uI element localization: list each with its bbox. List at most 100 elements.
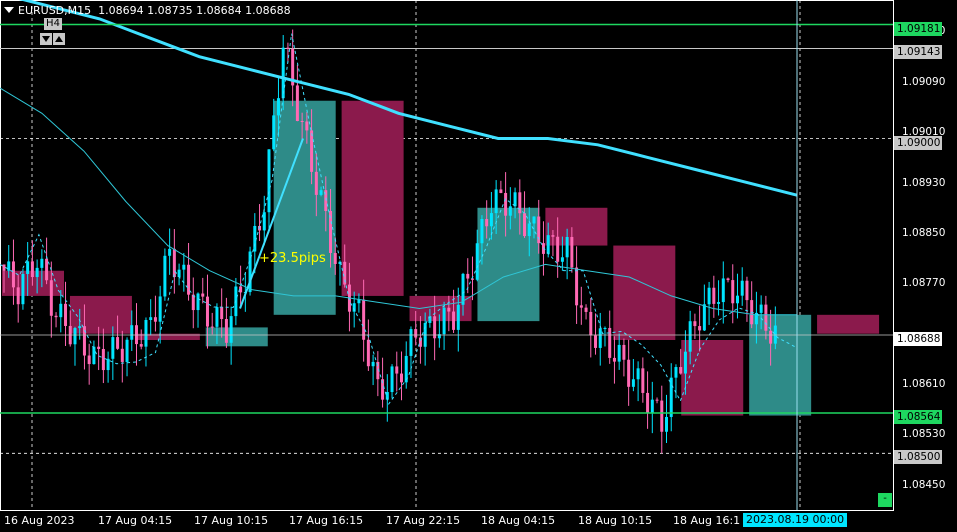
candle-body — [489, 213, 493, 227]
candle-body — [769, 330, 773, 344]
candle-body — [717, 302, 721, 304]
candle-body — [414, 329, 418, 338]
candle-body — [442, 307, 446, 335]
time-axis-tick: 18 Aug 04:15 — [481, 514, 556, 527]
ohlc-values: 1.08694 1.08735 1.08684 1.08688 — [98, 4, 291, 17]
candle-body — [669, 377, 673, 417]
candle-body — [683, 351, 687, 374]
candle-body — [641, 368, 645, 393]
time-axis-tick: 17 Aug 22:15 — [386, 514, 461, 527]
candle-body — [144, 320, 148, 347]
candle-body — [125, 339, 129, 362]
candle-body — [16, 287, 20, 305]
time-axis-tick: 17 Aug 16:15 — [289, 514, 364, 527]
candle-body — [116, 337, 120, 349]
time-axis-tick: 18 Aug 10:15 — [578, 514, 653, 527]
candle-body — [466, 273, 470, 279]
time-axis-tick: 18 Aug 16:1 — [673, 514, 741, 527]
menu-triangle-icon[interactable] — [4, 7, 14, 13]
chart-window[interactable]: { "header": { "symbol_tf": "EURUSD,M15",… — [0, 0, 957, 532]
candle-body — [73, 328, 77, 345]
chart-header: EURUSD,M15 1.08694 1.08735 1.08684 1.086… — [4, 4, 291, 17]
candle-body — [362, 299, 366, 340]
candle-body — [366, 339, 370, 367]
candle-body — [565, 236, 569, 258]
candle-body — [295, 85, 299, 122]
candle-body — [546, 235, 550, 254]
time-axis-tick: 16 Aug 2023 — [4, 514, 75, 527]
candle-body — [617, 344, 621, 362]
candle-body — [688, 321, 692, 352]
minimize-button[interactable]: - — [878, 493, 892, 507]
candle-body — [2, 264, 6, 271]
price-label-current: 1.08688 — [894, 332, 942, 346]
candle-body — [314, 171, 318, 195]
candle-body — [319, 190, 323, 195]
candle-body — [702, 304, 706, 331]
candle-body — [475, 243, 479, 280]
candle-body — [172, 248, 176, 278]
candle-body — [78, 326, 82, 329]
candle-body — [54, 315, 58, 318]
candle-body — [508, 206, 512, 216]
candle-body — [627, 359, 631, 387]
candle-body — [400, 373, 403, 383]
candle-body — [560, 257, 564, 262]
candle-body — [603, 327, 607, 329]
candle-body — [494, 189, 498, 214]
candle-body — [674, 367, 678, 378]
candle-body — [300, 121, 304, 123]
candle-body — [759, 304, 763, 313]
candle-body — [201, 293, 205, 297]
candle-body — [631, 379, 635, 387]
candle-body — [281, 47, 285, 99]
candle-body — [21, 273, 25, 305]
candle-body — [87, 355, 91, 365]
candle-body — [224, 319, 228, 343]
crosshair-time-label: 2023.08.19 00:00 — [743, 513, 848, 527]
candle-body — [229, 316, 233, 343]
candle-body — [504, 192, 508, 216]
candle-body — [470, 278, 474, 280]
price-label-top-line: 1.09181 — [894, 22, 942, 36]
candle-body — [262, 212, 266, 231]
candle-body — [584, 307, 588, 312]
candle-body — [518, 192, 522, 214]
candle-body — [650, 399, 654, 414]
candle-body — [139, 344, 143, 347]
candle-body — [196, 293, 200, 311]
candle-body — [480, 219, 484, 244]
candle-body — [45, 258, 49, 281]
candle-body — [612, 357, 616, 362]
candle-body — [310, 130, 314, 172]
candle-body — [527, 223, 531, 237]
tf-down-arrow-icon[interactable] — [40, 33, 52, 45]
candle-body — [92, 346, 96, 365]
candle-body — [390, 366, 394, 393]
candle-body — [665, 416, 668, 432]
candle-body — [120, 348, 124, 362]
candle-body — [357, 299, 361, 304]
candle-body — [30, 261, 34, 278]
candle-body — [35, 267, 39, 278]
price-label-level-c: 1.08500 — [894, 450, 942, 464]
candle-body — [764, 304, 768, 331]
candle-body — [589, 311, 593, 336]
higher-tf-label: H4 — [44, 18, 62, 30]
price-label-level-a: 1.09143 — [894, 45, 942, 59]
candle-body — [168, 248, 172, 256]
candle-body — [745, 280, 749, 301]
price-axis-tick: 1.08450 — [902, 478, 946, 491]
candle-body — [556, 236, 560, 262]
candle-body — [215, 307, 219, 327]
price-label-bottom-line: 1.08564 — [894, 410, 942, 424]
candle-body — [513, 192, 517, 207]
candle-body — [220, 307, 224, 320]
candle-body — [622, 344, 626, 360]
candle-body — [646, 392, 650, 414]
candle-body — [447, 307, 451, 312]
price-axis-tick: 1.08850 — [902, 226, 946, 239]
price-chart[interactable] — [0, 0, 957, 532]
tf-up-arrow-icon[interactable] — [53, 33, 65, 45]
h4-box — [545, 207, 608, 246]
